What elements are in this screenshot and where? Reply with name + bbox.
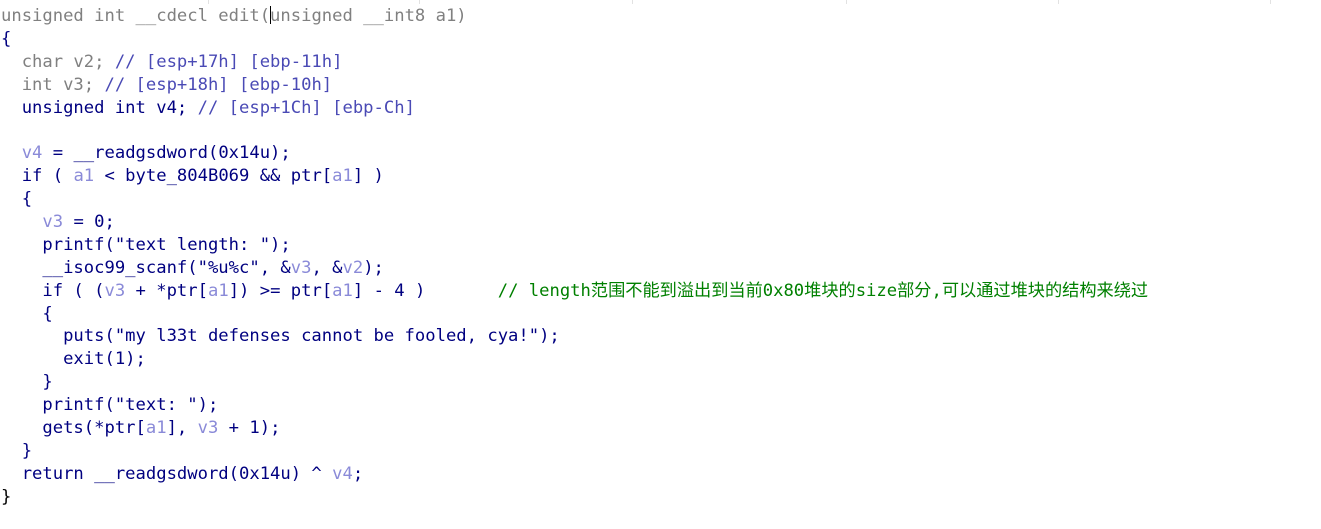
code-token: } — [1, 486, 12, 507]
code-token-variable: v3 — [42, 212, 64, 233]
code-token-variable: v4 — [332, 463, 353, 484]
code-token-variable: a1 — [332, 166, 353, 187]
code-token: ]) >= ptr[ — [228, 280, 333, 301]
code-token-variable: a1 — [145, 418, 167, 439]
code-token: unsigned int v4; — [1, 97, 198, 118]
code-token: ] - 4 ) — [352, 280, 498, 301]
code-token: ] ) — [352, 166, 384, 187]
code-token: if ( — [1, 166, 74, 187]
code-token: { — [1, 303, 53, 324]
code-line[interactable]: printf("text: "); — [1, 394, 1148, 417]
code-token-type: unsigned int __cdecl edit( — [1, 6, 271, 26]
code-line[interactable]: } — [1, 486, 1148, 509]
code-token: = __readgsdword(0x14u); — [42, 143, 291, 164]
code-token: ); — [363, 257, 384, 278]
code-line[interactable]: printf("text length: "); — [1, 234, 1148, 257]
code-line[interactable]: } — [1, 371, 1148, 394]
code-token-type: char v2; — [1, 51, 115, 72]
code-token: < byte_804B069 && ptr[ — [94, 166, 333, 187]
code-line[interactable]: char v2; // [esp+17h] [ebp-11h] — [1, 51, 1148, 74]
code-comment-chinese: // length范围不能到溢出到当前0x80堆块的size部分,可以通过堆块的… — [497, 280, 1149, 301]
top-divider-strip — [0, 0, 1321, 4]
code-comment: // [esp+17h] [ebp-11h] — [114, 51, 343, 72]
code-token: return __readgsdword(0x14u) ^ — [1, 463, 333, 484]
code-line[interactable] — [1, 119, 1148, 142]
code-token: , & — [311, 257, 343, 278]
code-token: gets(*ptr[ — [1, 418, 146, 439]
code-token: + *ptr[ — [125, 280, 208, 301]
code-line[interactable]: __isoc99_scanf("%u%c", &v3, &v2); — [1, 257, 1148, 280]
code-token-variable: v4 — [21, 143, 43, 164]
code-token-variable: a1 — [207, 280, 229, 301]
code-line[interactable]: unsigned int __cdecl edit(unsigned __int… — [1, 5, 1148, 28]
code-token-variable: v3 — [104, 280, 126, 301]
code-token-type: int v3; — [1, 74, 105, 95]
code-line[interactable]: if ( (v3 + *ptr[a1]) >= ptr[a1] - 4 ) //… — [1, 280, 1148, 303]
code-line[interactable]: { — [1, 28, 1148, 51]
code-token-variable: a1 — [332, 280, 353, 301]
code-token: if ( ( — [1, 280, 105, 301]
code-token-type: unsigned __int8 a1) — [270, 6, 467, 26]
code-token: { — [1, 28, 12, 49]
code-line[interactable]: return __readgsdword(0x14u) ^ v4; — [1, 463, 1148, 486]
code-line[interactable]: v4 = __readgsdword(0x14u); — [1, 142, 1148, 165]
code-token: printf("text length: "); — [1, 234, 291, 255]
pseudocode-view[interactable]: unsigned int __cdecl edit(unsigned __int… — [1, 5, 1148, 509]
code-line[interactable]: unsigned int v4; // [esp+1Ch] [ebp-Ch] — [1, 97, 1148, 120]
code-token: __isoc99_scanf("%u%c", & — [1, 257, 291, 278]
code-token: exit(1); — [1, 349, 146, 370]
code-comment: // [esp+1Ch] [ebp-Ch] — [197, 97, 415, 118]
code-line[interactable]: } — [1, 440, 1148, 463]
code-line[interactable]: { — [1, 303, 1148, 326]
code-token: + 1); — [218, 418, 281, 439]
code-token-variable: v3 — [290, 257, 312, 278]
code-token-variable: v3 — [197, 418, 219, 439]
code-line[interactable]: gets(*ptr[a1], v3 + 1); — [1, 417, 1148, 440]
code-line[interactable]: int v3; // [esp+18h] [ebp-10h] — [1, 74, 1148, 97]
code-token: = 0; — [63, 212, 115, 233]
code-token: ; — [352, 463, 364, 484]
code-token: printf("text: "); — [1, 395, 219, 416]
code-line[interactable]: if ( a1 < byte_804B069 && ptr[a1] ) — [1, 165, 1148, 188]
code-token: } — [1, 372, 53, 393]
code-line[interactable]: exit(1); — [1, 348, 1148, 371]
code-token: puts("my l33t defenses cannot be fooled,… — [1, 326, 560, 347]
code-token-variable: v2 — [342, 257, 364, 278]
code-token-variable: a1 — [73, 166, 95, 187]
code-token: } — [1, 440, 33, 461]
code-line[interactable]: puts("my l33t defenses cannot be fooled,… — [1, 325, 1148, 348]
code-comment: // [esp+18h] [ebp-10h] — [104, 74, 333, 95]
code-token: ], — [166, 418, 198, 439]
code-line[interactable]: { — [1, 188, 1148, 211]
code-token: { — [1, 189, 33, 210]
code-line[interactable]: v3 = 0; — [1, 211, 1148, 234]
